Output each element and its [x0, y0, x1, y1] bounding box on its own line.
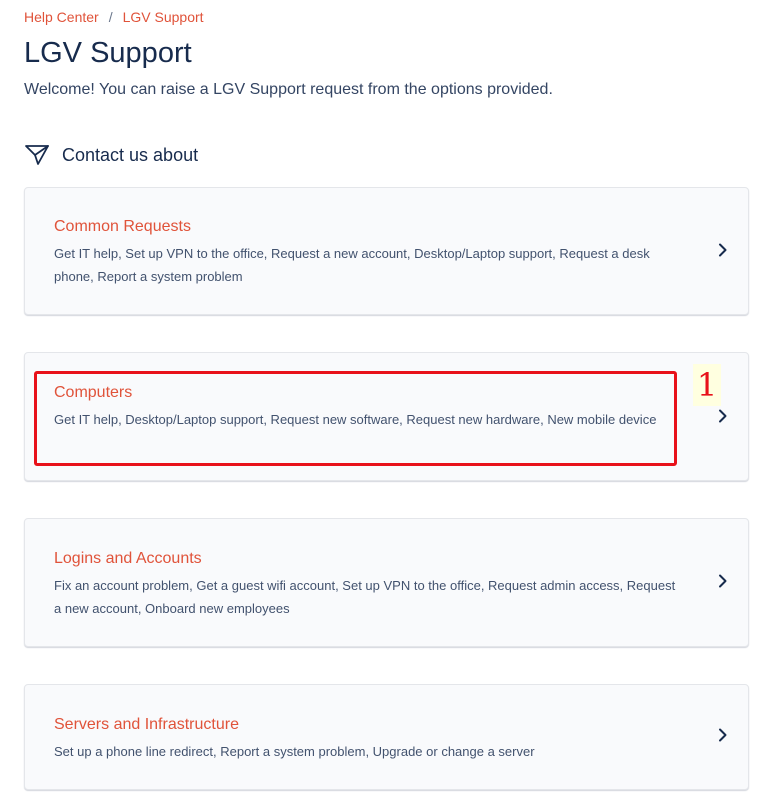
- card-logins-and-accounts[interactable]: Logins and Accounts Fix an account probl…: [24, 518, 749, 647]
- card-title: Computers: [54, 384, 133, 401]
- welcome-text: Welcome! You can raise a LGV Support req…: [24, 81, 553, 98]
- breadcrumb-lgv-support-link[interactable]: LGV Support: [123, 8, 204, 26]
- card-title: Logins and Accounts: [54, 550, 202, 567]
- breadcrumb-help-center-link[interactable]: Help Center: [24, 8, 99, 26]
- card-description: Get IT help, Set up VPN to the office, R…: [54, 246, 650, 284]
- contact-header: Contact us about: [24, 142, 198, 168]
- card-description: Get IT help, Desktop/Laptop support, Req…: [54, 412, 657, 427]
- breadcrumb-separator: /: [108, 9, 113, 25]
- card-servers-and-infrastructure[interactable]: Servers and Infrastructure Set up a phon…: [24, 684, 749, 790]
- chevron-right-icon: [716, 574, 730, 588]
- breadcrumb: Help Center / LGV Support: [24, 8, 204, 26]
- card-description: Set up a phone line redirect, Report a s…: [54, 744, 535, 759]
- card-description: Fix an account problem, Get a guest wifi…: [54, 578, 676, 616]
- card-computers[interactable]: Computers Get IT help, Desktop/Laptop su…: [24, 352, 749, 481]
- page-title: LGV Support: [24, 37, 192, 69]
- card-title: Common Requests: [54, 218, 191, 235]
- page: Help Center / LGV Support LGV Support We…: [0, 0, 777, 797]
- chevron-right-icon: [716, 243, 730, 257]
- card-common-requests[interactable]: Common Requests Get IT help, Set up VPN …: [24, 187, 749, 315]
- annotation-marker-label: 1: [693, 364, 721, 406]
- contact-title: Contact us about: [62, 145, 199, 165]
- card-title: Servers and Infrastructure: [54, 716, 239, 733]
- send-icon: [24, 142, 50, 168]
- chevron-right-icon: [716, 728, 730, 742]
- chevron-right-icon: [716, 409, 730, 423]
